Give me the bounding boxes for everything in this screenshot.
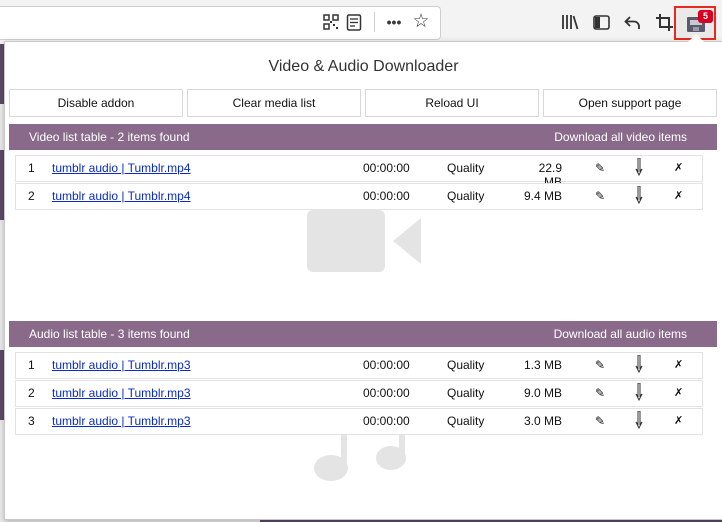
more-actions-icon[interactable]: ••• <box>383 11 405 33</box>
pencil-icon[interactable]: ✎ <box>595 189 605 203</box>
table-row: 1 tumblr audio | Tumblr.mp3 00:00:00 Qua… <box>15 352 703 379</box>
video-list: 1 tumblr audio | Tumblr.mp4 00:00:00 Qua… <box>15 155 703 211</box>
delete-icon[interactable]: ✗ <box>674 189 683 202</box>
quality-selector[interactable]: Quality <box>447 358 484 372</box>
table-row: 1 tumblr audio | Tumblr.mp4 00:00:00 Qua… <box>15 155 703 189</box>
music-note-icon <box>314 432 406 481</box>
action-button-row: Disable addon Clear media list Reload UI… <box>9 89 717 117</box>
item-number: 1 <box>28 161 35 175</box>
pencil-icon[interactable]: ✎ <box>595 161 605 175</box>
file-size-label: 9.4 MB <box>523 189 562 203</box>
reload-ui-button[interactable]: Reload UI <box>365 89 539 117</box>
media-link[interactable]: tumblr audio | Tumblr.mp3 <box>52 386 191 400</box>
delete-icon[interactable]: ✗ <box>674 358 683 371</box>
sidebar-icon[interactable] <box>590 11 612 33</box>
download-all-video-button[interactable]: Download all video items <box>554 130 687 144</box>
library-icon[interactable] <box>559 11 581 33</box>
download-arrow-icon[interactable] <box>635 185 643 207</box>
pencil-icon[interactable]: ✎ <box>595 358 605 372</box>
qr-code-icon[interactable] <box>320 11 342 33</box>
browser-toolbar: ••• ☆ 5 <box>0 0 722 45</box>
quality-selector[interactable]: Quality <box>447 189 484 203</box>
download-arrow-icon[interactable] <box>635 157 643 179</box>
delete-icon[interactable]: ✗ <box>674 161 683 174</box>
download-arrow-icon[interactable] <box>635 382 643 404</box>
open-support-page-button[interactable]: Open support page <box>543 89 717 117</box>
addon-badge: 5 <box>698 10 713 23</box>
media-link[interactable]: tumblr audio | Tumblr.mp3 <box>52 414 191 428</box>
video-list-header: Video list table - 2 items found Downloa… <box>9 124 717 150</box>
item-number: 2 <box>28 386 35 400</box>
file-size-label: 3.0 MB <box>523 414 562 428</box>
item-number: 3 <box>28 414 35 428</box>
audio-list: 1 tumblr audio | Tumblr.mp3 00:00:00 Qua… <box>15 352 703 436</box>
back-icon[interactable] <box>621 11 643 33</box>
media-link[interactable]: tumblr audio | Tumblr.mp4 <box>52 189 191 203</box>
media-link[interactable]: tumblr audio | Tumblr.mp3 <box>52 358 191 372</box>
delete-icon[interactable]: ✗ <box>674 414 683 427</box>
download-arrow-icon[interactable] <box>635 354 643 376</box>
video-camera-icon <box>307 210 421 272</box>
disable-addon-button[interactable]: Disable addon <box>9 89 183 117</box>
quality-selector[interactable]: Quality <box>447 161 484 175</box>
pencil-icon[interactable]: ✎ <box>595 386 605 400</box>
url-separator <box>374 12 375 32</box>
clear-media-list-button[interactable]: Clear media list <box>187 89 361 117</box>
audio-list-header: Audio list table - 3 items found Downloa… <box>9 321 717 347</box>
downloader-popup: Video & Audio Downloader Disable addon C… <box>4 41 722 520</box>
quality-selector[interactable]: Quality <box>447 414 484 428</box>
duration-label: 00:00:00 <box>363 189 410 203</box>
download-arrow-icon[interactable] <box>635 410 643 432</box>
file-size-label: 9.0 MB <box>523 386 562 400</box>
pencil-icon[interactable]: ✎ <box>595 414 605 428</box>
file-size-label: 1.3 MB <box>523 358 562 372</box>
reader-view-icon[interactable] <box>343 11 365 33</box>
table-row: 2 tumblr audio | Tumblr.mp4 00:00:00 Qua… <box>15 183 703 210</box>
audio-list-heading: Audio list table - 3 items found <box>29 327 190 341</box>
video-list-heading: Video list table - 2 items found <box>29 130 190 144</box>
crop-icon[interactable] <box>653 11 675 33</box>
popup-title: Video & Audio Downloader <box>268 58 459 75</box>
duration-label: 00:00:00 <box>363 386 410 400</box>
duration-label: 00:00:00 <box>363 358 410 372</box>
item-number: 2 <box>28 189 35 203</box>
quality-selector[interactable]: Quality <box>447 386 484 400</box>
table-row: 3 tumblr audio | Tumblr.mp3 00:00:00 Qua… <box>15 408 703 435</box>
item-number: 1 <box>28 358 35 372</box>
table-row: 2 tumblr audio | Tumblr.mp3 00:00:00 Qua… <box>15 380 703 407</box>
delete-icon[interactable]: ✗ <box>674 386 683 399</box>
media-link[interactable]: tumblr audio | Tumblr.mp4 <box>52 161 191 175</box>
download-all-audio-button[interactable]: Download all audio items <box>554 327 687 341</box>
duration-label: 00:00:00 <box>363 161 410 175</box>
duration-label: 00:00:00 <box>363 414 410 428</box>
star-icon[interactable]: ☆ <box>410 10 432 32</box>
popup-arrow <box>688 34 704 42</box>
